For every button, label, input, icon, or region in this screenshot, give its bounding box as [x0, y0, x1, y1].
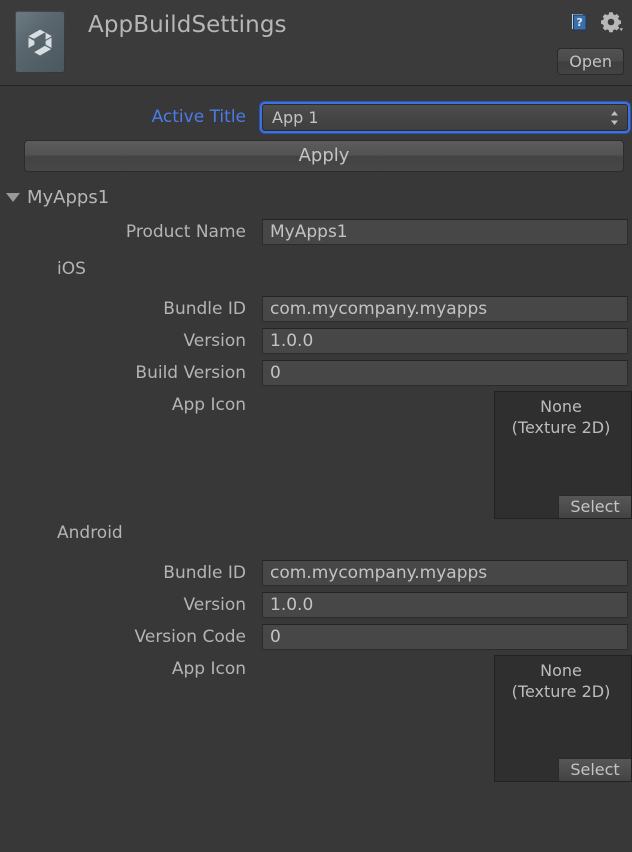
android-version-input[interactable]: 1.0.0 — [262, 592, 628, 618]
ios-app-icon-value-line2: (Texture 2D) — [511, 418, 611, 437]
unity-logo-icon — [15, 11, 65, 73]
myapps-foldout-label: MyApps1 — [27, 186, 110, 208]
ios-app-icon-value-line1: None — [540, 397, 582, 416]
android-version-code-label: Version Code — [134, 627, 246, 647]
chevron-updown-icon — [610, 110, 619, 126]
help-book-icon[interactable]: ? — [569, 12, 589, 32]
ios-build-version-label: Build Version — [135, 363, 246, 383]
ios-build-version-input[interactable]: 0 — [262, 360, 628, 386]
myapps-foldout[interactable]: MyApps1 — [6, 184, 109, 210]
android-section-header-row: Android — [0, 523, 632, 559]
product-name-value: MyApps1 — [270, 222, 348, 242]
ios-app-icon-value: None (Texture 2D) — [495, 396, 627, 438]
ios-app-icon-row: App Icon None (Texture 2D) Select — [0, 390, 632, 523]
triangle-down-icon — [6, 192, 20, 202]
ios-app-icon-objectfield[interactable]: None (Texture 2D) Select — [494, 391, 632, 519]
ios-bundle-id-value: com.mycompany.myapps — [270, 299, 488, 319]
android-bundle-id-value: com.mycompany.myapps — [270, 563, 488, 583]
myapps-foldout-row: MyApps1 — [0, 184, 632, 214]
product-name-input[interactable]: MyApps1 — [262, 219, 628, 245]
active-title-value: App 1 — [272, 108, 319, 127]
product-name-label: Product Name — [125, 222, 246, 242]
apply-button-row: Apply — [0, 140, 632, 180]
android-app-icon-objectfield[interactable]: None (Texture 2D) Select — [494, 655, 632, 782]
android-bundle-id-label: Bundle ID — [163, 563, 246, 583]
svg-text:?: ? — [576, 16, 582, 29]
android-bundle-id-row: Bundle ID com.mycompany.myapps — [0, 558, 632, 590]
gear-settings-icon[interactable] — [600, 11, 624, 33]
ios-build-version-row: Build Version 0 — [0, 358, 632, 390]
inspector-header: AppBuildSettings ? Open — [0, 0, 632, 86]
ios-version-label: Version — [183, 331, 246, 351]
apply-button[interactable]: Apply — [24, 140, 624, 172]
ios-section-label: iOS — [57, 259, 86, 279]
inspector-body: Active Title App 1 Apply MyApps1 Product… — [0, 102, 632, 784]
ios-bundle-id-row: Bundle ID com.mycompany.myapps — [0, 294, 632, 326]
active-title-row: Active Title App 1 — [0, 102, 632, 134]
open-button[interactable]: Open — [557, 48, 624, 75]
ios-app-icon-select-button[interactable]: Select — [558, 495, 631, 518]
android-app-icon-row: App Icon None (Texture 2D) Select — [0, 654, 632, 784]
android-bundle-id-input[interactable]: com.mycompany.myapps — [262, 560, 628, 586]
product-name-row: Product Name MyApps1 — [0, 217, 632, 249]
ios-section-header-row: iOS — [0, 259, 632, 294]
android-version-code-value: 0 — [270, 627, 281, 647]
ios-build-version-value: 0 — [270, 363, 281, 383]
android-version-code-row: Version Code 0 — [0, 622, 632, 654]
android-version-code-input[interactable]: 0 — [262, 624, 628, 650]
active-title-dropdown[interactable]: App 1 — [262, 104, 628, 131]
ios-version-value: 1.0.0 — [270, 331, 314, 351]
page-title: AppBuildSettings — [88, 12, 287, 38]
ios-bundle-id-input[interactable]: com.mycompany.myapps — [262, 296, 628, 322]
active-title-label: Active Title — [151, 107, 246, 127]
android-version-row: Version 1.0.0 — [0, 590, 632, 622]
ios-app-icon-label: App Icon — [171, 395, 246, 415]
ios-bundle-id-label: Bundle ID — [163, 299, 246, 319]
android-app-icon-label: App Icon — [171, 659, 246, 679]
android-app-icon-select-button[interactable]: Select — [558, 758, 631, 781]
android-app-icon-value-line1: None — [540, 661, 582, 680]
android-version-label: Version — [183, 595, 246, 615]
android-app-icon-value: None (Texture 2D) — [495, 660, 627, 702]
android-section-label: Android — [57, 523, 123, 543]
android-version-value: 1.0.0 — [270, 595, 314, 615]
ios-version-input[interactable]: 1.0.0 — [262, 328, 628, 354]
ios-version-row: Version 1.0.0 — [0, 326, 632, 358]
android-app-icon-value-line2: (Texture 2D) — [511, 682, 611, 701]
